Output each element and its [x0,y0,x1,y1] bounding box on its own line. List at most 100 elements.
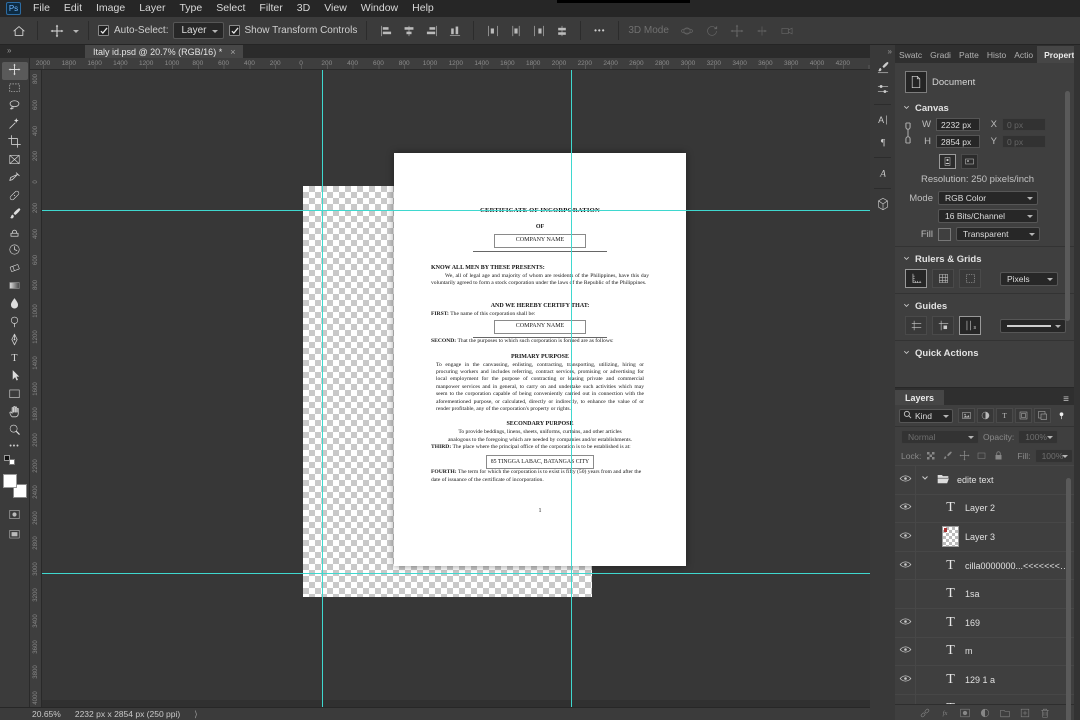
lasso-tool[interactable] [2,98,28,116]
quick-actions-section-header[interactable]: Quick Actions [895,343,1074,363]
toggle-guides-button[interactable] [905,316,927,335]
crop-tool[interactable] [2,134,28,152]
menu-file[interactable]: File [26,0,57,17]
dodge-tool[interactable] [2,314,28,332]
visibility-toggle[interactable] [895,638,916,666]
filter-image-icon[interactable] [958,408,975,423]
dist-left-icon[interactable] [483,22,502,39]
visibility-toggle[interactable] [895,466,916,494]
link-dimensions-icon[interactable] [903,118,915,148]
tab-gradi[interactable]: Gradi [926,46,955,63]
edit-toolbar-icon[interactable]: ••• [9,443,19,450]
properties-scrollbar[interactable] [1065,91,1070,321]
y-input[interactable]: 0 px [1002,135,1046,148]
move-tool-preset-icon[interactable] [47,22,66,39]
visibility-toggle[interactable] [895,695,916,704]
glyphs-panel-icon[interactable]: A [873,163,893,183]
menu-type[interactable]: Type [172,0,209,17]
default-colors-icon[interactable] [4,455,20,465]
layer-group-icon[interactable] [998,706,1012,720]
marquee-tool[interactable] [2,80,28,98]
tab-properties[interactable]: Properties [1037,46,1074,63]
status-chevron-icon[interactable]: ⟩ [194,709,197,720]
character-panel-icon[interactable]: A [873,110,893,130]
layer-row-layer-3[interactable]: Layer 3 [895,523,1074,552]
tab-layers[interactable]: Layers [895,390,944,405]
guide-style-dropdown[interactable] [1000,319,1066,333]
quick-mask-button[interactable] [2,507,28,525]
rectangle-tool[interactable] [2,386,28,404]
foreground-color-swatch[interactable] [3,474,17,488]
eyedropper-tool[interactable] [2,170,28,188]
history-brush-tool[interactable] [2,242,28,260]
layer-name[interactable]: 169 [965,618,980,628]
pan-3d-icon[interactable] [728,22,747,39]
document-page[interactable]: CERTIFICATE OF INCORPORATION OF COMPANY … [394,153,686,566]
filter-smart-object-icon[interactable] [1034,408,1051,423]
clone-stamp-tool[interactable] [2,224,28,242]
guide-horizontal[interactable] [42,210,870,211]
layer-name[interactable]: 1sa [965,589,980,599]
guide-vertical[interactable] [571,70,572,707]
filter-type-icon[interactable]: T [996,408,1013,423]
units-dropdown[interactable]: Pixels [1000,272,1058,286]
menu-select[interactable]: Select [209,0,252,17]
tab-patte[interactable]: Patte [955,46,983,63]
guide-vertical[interactable] [322,70,323,707]
snap-guides-button[interactable]: s [959,316,981,335]
layer-row-01-01-1990[interactable]: T01.01.1990 [895,695,1074,704]
layer-mask-icon[interactable] [958,706,972,720]
healing-brush-tool[interactable] [2,188,28,206]
panel-collapse-icon[interactable]: » [888,47,892,56]
hand-tool[interactable] [2,404,28,422]
landscape-orientation-button[interactable] [961,154,978,169]
lock-position-icon[interactable] [959,450,971,462]
layer-name[interactable]: m [965,646,973,656]
layer-row-cilla0000000-0-d[interactable]: Tcilla0000000...<<<<<<<<0 d [895,552,1074,581]
menu-window[interactable]: Window [354,0,405,17]
new-layer-icon[interactable] [1018,706,1032,720]
zoom-level[interactable]: 20.65% [32,709,61,719]
tab-histo[interactable]: Histo [983,46,1010,63]
lock-guides-button[interactable] [932,316,954,335]
layer-row-129-1-a[interactable]: T129 1 a [895,666,1074,695]
visibility-toggle[interactable] [895,580,916,608]
dist-center-h-icon[interactable] [506,22,525,39]
bit-depth-dropdown[interactable]: 16 Bits/Channel [938,209,1038,223]
align-center-h-icon[interactable] [399,22,418,39]
tab-actio[interactable]: Actio [1010,46,1037,63]
layer-name[interactable]: cilla0000000...<<<<<<<<0 d [965,561,1074,571]
blend-mode-dropdown[interactable]: Normal [901,430,979,444]
delete-layer-icon[interactable] [1038,706,1052,720]
link-layers-icon[interactable] [918,706,932,720]
gradient-tool[interactable] [2,278,28,296]
menu-image[interactable]: Image [89,0,132,17]
layer-row-m[interactable]: Tm [895,638,1074,667]
chevron-down-icon[interactable] [73,30,79,36]
guide-horizontal[interactable] [42,573,870,574]
layer-thumbnail[interactable] [942,526,959,547]
object-selection-tool[interactable] [2,116,28,134]
brush-settings-icon[interactable] [873,57,893,77]
width-input[interactable]: 2232 px [936,118,980,131]
filter-frame-icon[interactable] [1015,408,1032,423]
lock-artboard-icon[interactable] [976,450,988,462]
home-icon[interactable] [9,22,28,39]
visibility-toggle[interactable] [895,523,916,551]
layer-row-edite-text[interactable]: edite text [895,466,1074,495]
auto-select-checkbox[interactable] [98,25,109,36]
tool-presets-icon[interactable] [873,79,893,99]
dist-right-icon[interactable] [529,22,548,39]
horizontal-ruler[interactable]: 2000180016001400120010008006004002000200… [30,58,870,70]
layer-row-169[interactable]: T169 [895,609,1074,638]
layer-name[interactable]: edite text [957,475,994,485]
tab-close-icon[interactable]: × [230,47,235,57]
layer-name[interactable]: 129 1 a [965,675,995,685]
layer-row-layer-2[interactable]: TLayer 2 [895,495,1074,524]
layers-scrollbar[interactable] [1066,478,1071,720]
fill-swatch[interactable] [938,228,951,241]
lock-all-icon[interactable] [993,450,1005,462]
visibility-toggle[interactable] [895,609,916,637]
eraser-tool[interactable] [2,260,28,278]
canvas-section-header[interactable]: Canvas [895,98,1074,118]
